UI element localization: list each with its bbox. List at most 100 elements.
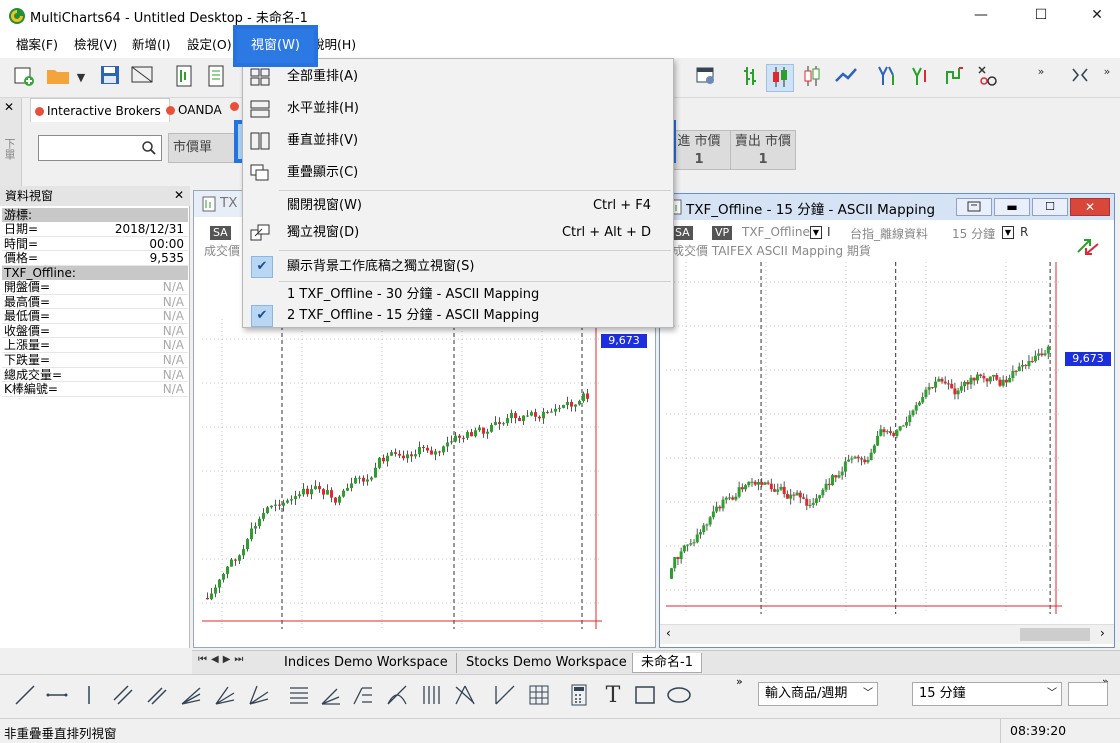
menu-tile-vertical[interactable]: 垂直並排(V) [243,128,673,154]
close-data-window-icon[interactable]: ✕ [174,188,184,202]
fib-extension-icon[interactable] [350,683,376,709]
ellipse-icon[interactable] [666,683,692,709]
close-button[interactable]: ✕ [1074,0,1120,32]
channel-icon[interactable] [110,683,136,709]
rectangle-icon[interactable] [632,683,658,709]
menu-show-background-workspace[interactable]: ✔ 顯示背景工作底稿之獨立視窗(S) [243,254,673,280]
parallel-lines-icon[interactable] [144,683,170,709]
menu-tile-horizontal[interactable]: 水平並排(H) [243,96,673,122]
extra-input[interactable] [1068,682,1108,706]
ohlc-bar-icon[interactable] [736,64,764,92]
vertical-line-icon[interactable] [76,683,102,709]
maximize-button[interactable]: ☐ [1018,0,1064,32]
xo-chart-icon[interactable] [974,64,1002,92]
candlestick-icon[interactable] [766,64,794,92]
menu-settings[interactable]: 設定(O) [181,32,238,58]
workspace-tab-untitled[interactable]: 未命名-1 [632,653,702,673]
fib-arcs-icon[interactable] [384,683,410,709]
hollow-candle-icon[interactable] [798,64,826,92]
menu-window[interactable]: 視窗(W) [233,25,318,67]
text-tool-icon[interactable]: T [600,683,626,709]
chart-plot-right[interactable] [666,262,1062,614]
workspace-tab-indices[interactable]: Indices Demo Workspace [276,653,457,673]
workspace-nav-arrows-icon[interactable]: ⏮◀▶⏭ [198,654,247,665]
speed-lines-icon[interactable] [212,683,238,709]
menu-file[interactable]: 檔案(F) [10,32,64,58]
minimize-button[interactable]: — [958,0,1004,32]
vp-tag[interactable]: VP [712,226,733,240]
open-folder-icon[interactable] [44,64,72,92]
order-side-tab[interactable]: 下單 [3,138,17,160]
sa-tag[interactable]: SA [672,226,693,240]
candle-body [686,544,690,546]
candle-body [692,542,696,544]
menu-view[interactable]: 檢視(V) [68,32,123,58]
gann-fan-icon[interactable] [246,683,272,709]
workspace-tab-stocks[interactable]: Stocks Demo Workspace [458,653,636,673]
sell-market-button[interactable]: 賣出 市價 1 [730,130,796,170]
broker-tab-oanda[interactable]: OANDA [162,98,230,122]
scroll-right-icon[interactable]: › [1100,626,1105,640]
point-figure-icon[interactable] [872,64,900,92]
horizontal-line-icon[interactable] [44,683,70,709]
chart-detach-button[interactable] [956,198,992,216]
chart-plot-left[interactable] [202,319,602,629]
data-key: 收盤價= [4,323,51,338]
grid-icon[interactable] [526,683,552,709]
menu-detach-window[interactable]: 獨立視窗(D) Ctrl + Alt + D [243,220,673,246]
chart-close-button[interactable]: ✕ [1070,198,1110,216]
interval-combo[interactable]: 15 分鐘 ﹀ [912,682,1062,706]
drawbar-overflow-icon[interactable]: » [736,675,743,688]
fib-angle-icon[interactable] [318,683,344,709]
collapse-panels-icon[interactable] [1066,64,1094,92]
menu-close-window[interactable]: 關閉視窗(W) Ctrl + F4 [243,193,673,219]
scroll-thumb[interactable] [1020,628,1090,641]
menu-cascade[interactable]: 重疊顯示(C) [243,160,673,186]
toolbar-overflow-icon[interactable]: » [1032,58,1050,86]
renko-icon[interactable] [940,64,968,92]
kagi-icon[interactable] [906,64,934,92]
scroll-left-icon[interactable]: ‹ [666,626,671,640]
chart-r-tag[interactable]: R [1020,225,1028,239]
save-icon[interactable] [96,64,124,92]
menu-insert[interactable]: 新增(I) [126,32,176,58]
new-chart-icon[interactable] [10,64,38,92]
regression-channel-icon[interactable] [492,683,518,709]
fan-lines-icon[interactable] [178,683,204,709]
order-type-select[interactable]: 市價單 [168,133,240,163]
format-window-icon[interactable] [692,64,720,92]
candle-body [895,430,899,436]
symbol-search-input[interactable] [38,135,162,161]
candle-body [940,378,944,382]
sa-tag[interactable]: SA [210,226,231,240]
candle-body [410,454,413,457]
candle-body [930,387,934,389]
chevron-down-icon[interactable]: ▼ [810,226,822,239]
no-display-icon[interactable] [128,64,156,92]
quote-manager-icon[interactable] [202,64,230,92]
fibonacci-retracement-icon[interactable] [286,683,312,709]
candle-body [322,489,325,495]
calculator-icon[interactable] [566,683,592,709]
chevron-down-icon[interactable]: ▼ [1002,226,1014,239]
dropdown-arrow-icon[interactable]: ▼ [72,64,90,92]
toolbar-overflow-icon-2[interactable]: » [1098,58,1116,86]
close-order-bar-icon[interactable]: ✕ [4,100,14,114]
fib-time-zones-icon[interactable] [418,683,444,709]
candle-body [534,412,537,417]
broker-tab-interactive-brokers[interactable]: Interactive Brokers [30,98,170,122]
chart-title-right: TXF_Offline - 15 分鐘 - ASCII Mapping [686,202,936,218]
chart-window-15min[interactable]: TXF_Offline - 15 分鐘 - ASCII Mapping ▬ ☐ … [659,193,1115,648]
trendline-icon[interactable] [12,683,38,709]
menu-cascade-all[interactable]: 全部重排(A) [243,64,673,90]
symbol-interval-combo[interactable]: 輸入商品/週期 ﹀ [758,682,878,706]
trade-arrows-icon[interactable] [1074,234,1102,258]
chart-window-icon[interactable] [170,64,198,92]
andrews-pitchfork-icon[interactable] [452,683,478,709]
menu-window-2[interactable]: ✔ 2 TXF_Offline - 15 分鐘 - ASCII Mapping [243,303,673,329]
chart-maximize-button[interactable]: ☐ [1032,198,1068,216]
line-chart-icon[interactable] [832,64,860,92]
chart-minimize-button[interactable]: ▬ [994,198,1030,216]
chart-i-tag[interactable]: I [827,225,831,239]
chart-horizontal-scrollbar[interactable]: ‹ › [660,624,1114,644]
